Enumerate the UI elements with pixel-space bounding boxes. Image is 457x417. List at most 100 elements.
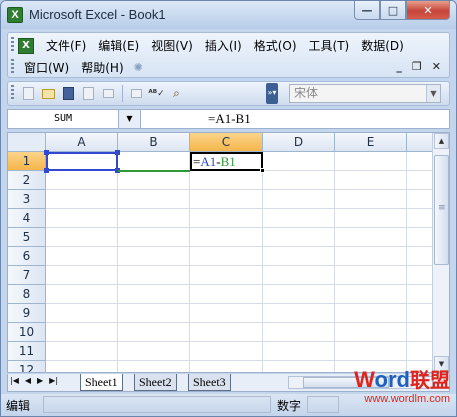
close-button[interactable]: ✕ [406, 1, 450, 20]
watermark-w: W [354, 367, 375, 392]
print-icon[interactable] [100, 85, 117, 102]
window-controls: — □ ✕ [354, 1, 450, 21]
new-icon[interactable] [20, 85, 37, 102]
cell-c1-active[interactable]: =A1-B1 [190, 152, 265, 173]
font-name-value: 宋体 [294, 86, 319, 100]
grid-line [46, 284, 441, 285]
grid-line [46, 208, 441, 209]
spelling-icon[interactable]: ᴬᴮ✓ [148, 85, 165, 102]
toolbar-grip-icon[interactable] [11, 59, 14, 75]
resize-handle[interactable] [115, 150, 120, 155]
grid-line [46, 360, 441, 361]
cell-b1-reference-highlight[interactable] [118, 170, 190, 172]
document-controls: _ ❐ ✕ [396, 60, 441, 73]
doc-restore-button[interactable]: ❐ [412, 60, 422, 73]
title-bar[interactable]: X Microsoft Excel - Book1 — □ ✕ [1, 1, 456, 29]
excel-icon[interactable]: X [7, 7, 23, 23]
toolbar-separator [122, 85, 123, 102]
sheet-tab-3[interactable]: Sheet3 [188, 374, 231, 391]
grid-line [46, 322, 441, 323]
formula-ref-b1: B1 [220, 154, 236, 169]
menu-data[interactable]: 数据(D) [355, 37, 410, 54]
row-header-7[interactable]: 7 [8, 266, 46, 285]
row-header-12[interactable]: 12 [8, 361, 46, 372]
cell-a1-reference-highlight[interactable] [44, 150, 120, 173]
font-name-select[interactable]: 宋体 ▼ [289, 84, 441, 103]
menu-tools[interactable]: 工具(T) [303, 37, 356, 54]
column-header-a[interactable]: A [46, 133, 118, 152]
row-header-3[interactable]: 3 [8, 190, 46, 209]
last-sheet-icon[interactable]: ▶| [49, 376, 58, 385]
row-header-4[interactable]: 4 [8, 209, 46, 228]
grid-line [46, 265, 441, 266]
menu-format[interactable]: 格式(O) [248, 37, 303, 54]
print-preview-icon[interactable] [128, 85, 145, 102]
resize-handle[interactable] [44, 168, 49, 173]
column-header-d[interactable]: D [263, 133, 335, 152]
row-header-5[interactable]: 5 [8, 228, 46, 247]
column-header-e[interactable]: E [335, 133, 407, 152]
name-box-dropdown-icon[interactable]: ▼ [119, 110, 141, 128]
row-header-10[interactable]: 10 [8, 323, 46, 342]
row-header-9[interactable]: 9 [8, 304, 46, 323]
row-header-2[interactable]: 2 [8, 171, 46, 190]
grid-line [46, 227, 441, 228]
doc-minimize-button[interactable]: _ [396, 60, 402, 73]
name-box[interactable]: SUM [8, 110, 119, 128]
grid-line [46, 341, 441, 342]
doc-close-button[interactable]: ✕ [432, 60, 441, 73]
column-header-c[interactable]: C [190, 133, 263, 152]
document-icon[interactable]: X [18, 37, 34, 54]
grid-line [46, 246, 441, 247]
scroll-up-icon[interactable]: ▲ [434, 133, 449, 149]
open-icon[interactable] [40, 85, 57, 102]
vertical-scrollbar[interactable]: ▲ ▼ [432, 133, 449, 372]
status-panel [43, 396, 271, 413]
menu-edit[interactable]: 编辑(E) [92, 37, 145, 54]
window-title: Microsoft Excel - Book1 [29, 7, 166, 22]
status-indicator: 数字 [277, 399, 302, 413]
research-icon[interactable]: ⌕ [168, 85, 185, 102]
row-header-6[interactable]: 6 [8, 247, 46, 266]
row-header-8[interactable]: 8 [8, 285, 46, 304]
column-header-b[interactable]: B [118, 133, 190, 152]
row-header-11[interactable]: 11 [8, 342, 46, 361]
minimize-button[interactable]: — [354, 1, 380, 20]
menu-view[interactable]: 视图(V) [145, 37, 199, 54]
save-icon[interactable] [60, 85, 77, 102]
menu-window[interactable]: 窗口(W) [18, 59, 75, 76]
grid-line [46, 189, 441, 190]
chevron-down-icon[interactable]: ▼ [426, 85, 440, 102]
worksheet-grid[interactable]: A B C D E 1 2 3 4 5 6 7 8 9 10 11 12 =A1… [7, 132, 450, 373]
menu-file[interactable]: 文件(F) [40, 37, 92, 54]
maximize-button[interactable]: □ [380, 1, 406, 20]
sheet-tab-2[interactable]: Sheet2 [134, 374, 177, 391]
select-all-corner[interactable] [8, 133, 46, 152]
formula-input[interactable]: =A1-B1 [208, 111, 251, 127]
permission-icon[interactable] [80, 85, 97, 102]
sheet-nav: |◀ ◀ ▶ ▶| [10, 376, 58, 385]
resize-handle[interactable] [44, 150, 49, 155]
formula-ref-a1: A1 [200, 154, 217, 169]
fill-handle[interactable] [260, 168, 265, 173]
status-panel [307, 396, 339, 413]
row-header-1[interactable]: 1 [8, 152, 46, 171]
toolbar-grip-icon[interactable] [11, 37, 14, 53]
sheet-tab-1[interactable]: Sheet1 [80, 374, 123, 391]
grid-line [46, 303, 441, 304]
menu-insert[interactable]: 插入(I) [199, 37, 248, 54]
menu-help[interactable]: 帮助(H) [75, 59, 129, 76]
status-mode: 编辑 [6, 399, 31, 413]
watermark-ord: ord [374, 367, 410, 392]
scroll-thumb[interactable] [434, 155, 449, 265]
watermark-logo: Word联盟 www.wordlm.com [354, 367, 450, 406]
watermark-cn: 联盟 [410, 370, 450, 392]
prev-sheet-icon[interactable]: ◀ [25, 376, 31, 385]
toolbar-grip-icon[interactable] [11, 85, 14, 101]
toolbar-options-icon[interactable]: »▾ [266, 83, 278, 104]
next-sheet-icon[interactable]: ▶ [37, 376, 43, 385]
help-search-icon[interactable]: ✺ [134, 61, 143, 74]
first-sheet-icon[interactable]: |◀ [10, 376, 19, 385]
grid-line [117, 152, 118, 372]
grid-line [406, 152, 407, 372]
